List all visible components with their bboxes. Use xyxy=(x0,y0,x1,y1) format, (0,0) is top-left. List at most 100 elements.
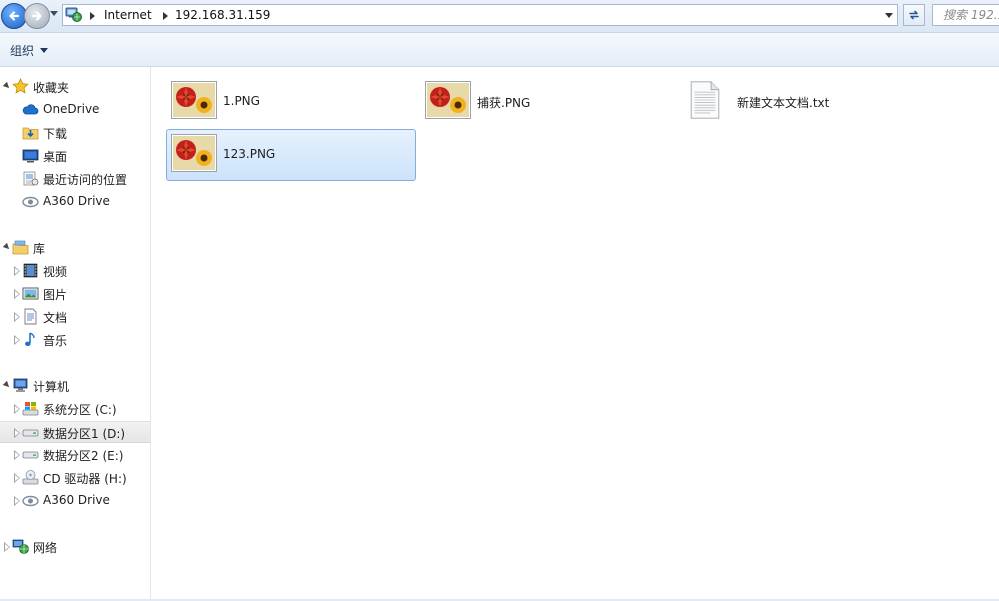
library-icon xyxy=(12,240,29,255)
expand-arrow-icon[interactable] xyxy=(14,404,20,414)
nav-item-label: 图片 xyxy=(43,288,68,302)
nav-item-label: 音乐 xyxy=(43,334,68,348)
a360-drive-icon xyxy=(22,196,39,208)
nav-item-label: 数据分区1 (D:) xyxy=(43,427,126,441)
nav-item-recent-places[interactable]: 最近访问的位置 xyxy=(0,168,150,190)
chevron-down-icon xyxy=(40,48,49,53)
nav-item-label: 数据分区2 (E:) xyxy=(43,449,124,463)
file-item-1-png[interactable]: 1.PNG xyxy=(166,76,416,128)
hard-drive-icon xyxy=(22,451,39,459)
expand-arrow-icon[interactable] xyxy=(14,289,20,299)
nav-group-favorites[interactable]: 收藏夹 xyxy=(0,76,150,98)
collapse-arrow-icon[interactable] xyxy=(2,81,12,91)
nav-item-drive-c[interactable]: 系统分区 (C:) xyxy=(0,398,150,420)
desktop-icon xyxy=(22,149,39,163)
star-icon xyxy=(12,78,29,94)
downloads-folder-icon xyxy=(22,127,39,140)
a360-drive-icon xyxy=(22,495,39,507)
nav-group-label: 库 xyxy=(33,242,46,256)
nav-item-label: 系统分区 (C:) xyxy=(43,403,117,417)
image-file-thumbnail-icon xyxy=(171,134,217,172)
nav-group-label: 计算机 xyxy=(33,380,70,394)
refresh-icon xyxy=(909,10,919,20)
nav-group-label: 收藏夹 xyxy=(33,81,70,95)
search-box[interactable] xyxy=(932,4,999,26)
system-drive-icon xyxy=(22,402,39,416)
nav-item-a360-drive[interactable]: A360 Drive xyxy=(0,191,150,213)
forward-button[interactable] xyxy=(24,3,50,29)
nav-item-desktop[interactable]: 桌面 xyxy=(0,145,150,167)
organize-button[interactable]: 组织 xyxy=(10,42,49,59)
nav-item-pictures[interactable]: 图片 xyxy=(0,283,150,305)
expand-arrow-icon[interactable] xyxy=(14,473,20,483)
arrow-left-icon xyxy=(9,11,20,21)
network-icon xyxy=(12,539,29,554)
nav-group-libraries[interactable]: 库 xyxy=(0,237,150,259)
breadcrumb-host[interactable]: 192.168.31.159 xyxy=(175,8,270,22)
expand-arrow-icon[interactable] xyxy=(14,450,20,460)
search-input[interactable] xyxy=(933,5,999,25)
nav-item-downloads[interactable]: 下载 xyxy=(0,122,150,144)
expand-arrow-icon[interactable] xyxy=(14,335,20,345)
cloud-icon xyxy=(22,104,39,115)
address-input[interactable]: Internet 192.168.31.159 xyxy=(62,4,898,26)
file-item-123-png[interactable]: 123.PNG xyxy=(166,129,416,181)
file-list-view[interactable]: 1.PNG 捕获.PNG 新建文本文档.txt 123.PNG xyxy=(151,67,999,599)
recent-pages-dropdown[interactable] xyxy=(50,11,58,16)
nav-item-label: 下载 xyxy=(43,127,68,141)
nav-item-label: A360 Drive xyxy=(43,493,110,507)
file-item-capture-png[interactable]: 捕获.PNG xyxy=(420,76,670,128)
file-name: 新建文本文档.txt xyxy=(737,96,830,110)
documents-icon xyxy=(24,308,37,325)
video-icon xyxy=(23,263,38,278)
nav-item-a360-drive-computer[interactable]: A360 Drive xyxy=(0,490,150,512)
text-file-icon xyxy=(690,81,720,119)
navigation-pane: 收藏夹 OneDrive 下载 桌面 最近访问的位置 A360 Drive 库 … xyxy=(0,67,151,599)
expand-arrow-icon[interactable] xyxy=(14,428,20,438)
collapse-arrow-icon[interactable] xyxy=(2,380,12,390)
file-name: 123.PNG xyxy=(223,147,276,161)
nav-item-onedrive[interactable]: OneDrive xyxy=(0,99,150,121)
nav-group-label: 网络 xyxy=(33,541,58,555)
nav-item-label: CD 驱动器 (H:) xyxy=(43,472,127,486)
file-name: 捕获.PNG xyxy=(477,96,531,110)
cd-drive-icon xyxy=(22,470,39,485)
nav-item-documents[interactable]: 文档 xyxy=(0,306,150,328)
image-file-thumbnail-icon xyxy=(171,81,217,119)
expand-arrow-icon[interactable] xyxy=(14,312,20,322)
file-item-new-text-document[interactable]: 新建文本文档.txt xyxy=(680,76,930,128)
nav-item-drive-d[interactable]: 数据分区1 (D:) xyxy=(0,421,150,443)
nav-group-network[interactable]: 网络 xyxy=(0,536,150,558)
expand-arrow-icon[interactable] xyxy=(4,542,10,552)
network-location-icon xyxy=(65,7,82,22)
nav-item-drive-e[interactable]: 数据分区2 (E:) xyxy=(0,444,150,466)
breadcrumb-separator-icon[interactable] xyxy=(163,12,168,20)
arrow-right-icon xyxy=(31,11,42,21)
nav-item-label: 视频 xyxy=(43,265,68,279)
nav-item-label: 桌面 xyxy=(43,150,68,164)
nav-item-drive-h[interactable]: CD 驱动器 (H:) xyxy=(0,467,150,489)
nav-item-label: A360 Drive xyxy=(43,194,110,208)
address-history-dropdown-icon[interactable] xyxy=(885,13,893,18)
address-bar-area: Internet 192.168.31.159 xyxy=(0,0,999,33)
organize-label: 组织 xyxy=(10,44,35,58)
pictures-icon xyxy=(22,287,39,300)
collapse-arrow-icon[interactable] xyxy=(2,242,12,252)
recent-places-icon xyxy=(23,171,39,186)
nav-item-label: 文档 xyxy=(43,311,68,325)
image-file-thumbnail-icon xyxy=(425,81,471,119)
expand-arrow-icon[interactable] xyxy=(14,266,20,276)
breadcrumb-separator-icon[interactable] xyxy=(90,12,95,20)
breadcrumb-internet[interactable]: Internet xyxy=(104,8,152,22)
nav-group-computer[interactable]: 计算机 xyxy=(0,375,150,397)
nav-item-music[interactable]: 音乐 xyxy=(0,329,150,351)
nav-item-label: OneDrive xyxy=(43,102,100,116)
command-bar: 组织 xyxy=(0,33,999,67)
music-note-icon xyxy=(25,332,35,346)
computer-icon xyxy=(13,378,28,392)
nav-item-label: 最近访问的位置 xyxy=(43,173,128,187)
refresh-button[interactable] xyxy=(903,4,925,26)
expand-arrow-icon[interactable] xyxy=(14,496,20,506)
nav-item-videos[interactable]: 视频 xyxy=(0,260,150,282)
file-name: 1.PNG xyxy=(223,94,260,108)
